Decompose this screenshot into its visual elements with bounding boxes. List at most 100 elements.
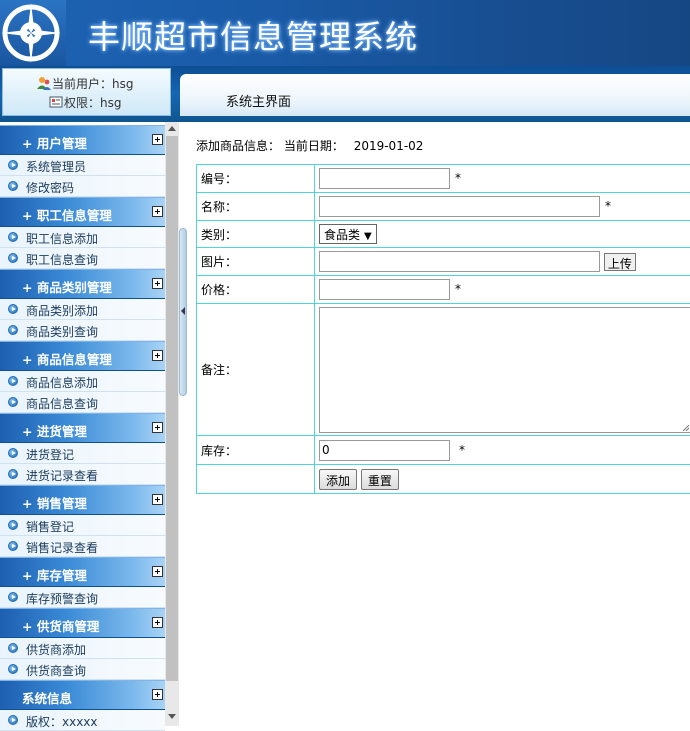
expand-plus-icon[interactable] xyxy=(152,689,163,700)
sidebar-menu-item[interactable]: 销售登记 xyxy=(0,515,165,536)
name-label: 名称： xyxy=(197,193,315,221)
expand-plus-icon[interactable] xyxy=(152,350,163,361)
expand-plus-icon[interactable] xyxy=(152,422,163,433)
sidebar-item-label: 职工信息添加 xyxy=(26,230,98,247)
arrow-bullet-icon xyxy=(8,541,18,551)
user-info-box: 当前用户：hsg 权限：hsg xyxy=(2,68,171,116)
add-product-form: 编号： * 名称： * 类别： 食品类▼ 图片： 上传 价格： xyxy=(196,164,690,494)
image-input[interactable] xyxy=(319,251,600,272)
image-cell: 上传 xyxy=(315,248,690,276)
menu-group-header[interactable]: + 库存管理 xyxy=(0,557,165,587)
stock-cell: 0* xyxy=(315,436,690,465)
expand-plus-icon[interactable] xyxy=(152,494,163,505)
required-mark: * xyxy=(455,282,461,296)
sidebar-item-label: 进货记录查看 xyxy=(26,467,98,484)
price-input[interactable] xyxy=(319,279,450,300)
sidebar-menu-item[interactable]: 进货登记 xyxy=(0,443,165,464)
form-row-price: 价格： * xyxy=(197,276,690,304)
menu-group-header[interactable]: + 商品信息管理 xyxy=(0,341,165,371)
sidebar-menu-item[interactable]: 商品类别查询 xyxy=(0,320,165,341)
sidebar-menu-item[interactable]: 职工信息查询 xyxy=(0,248,165,269)
sidebar-menu-item[interactable]: 版权：xxxxx xyxy=(0,710,165,731)
required-mark: * xyxy=(459,443,465,457)
stock-input[interactable]: 0 xyxy=(319,440,450,461)
sidebar-item-label: 版权：xxxxx xyxy=(26,713,98,730)
arrow-bullet-icon xyxy=(8,469,18,479)
category-select[interactable]: 食品类▼ xyxy=(319,224,377,244)
sidebar-item-label: 商品类别添加 xyxy=(26,302,98,319)
menu-group-title: + 职工信息管理 xyxy=(22,205,112,224)
expand-plus-icon[interactable] xyxy=(152,278,163,289)
form-row-category: 类别： 食品类▼ xyxy=(197,221,690,248)
app-header: 丰顺超市信息管理系统 xyxy=(0,0,690,66)
sidebar-item-label: 销售记录查看 xyxy=(26,539,98,556)
sidebar-menu-item[interactable]: 商品信息添加 xyxy=(0,371,165,392)
arrow-bullet-icon xyxy=(8,643,18,653)
arrow-bullet-icon xyxy=(8,715,18,725)
scroll-up-icon[interactable] xyxy=(168,126,176,131)
arrow-bullet-icon xyxy=(8,664,18,674)
sidebar-item-label: 系统管理员 xyxy=(26,158,86,175)
required-mark: * xyxy=(455,171,461,185)
sidebar-item-label: 商品信息查询 xyxy=(26,395,98,412)
sidebar-menu-item[interactable]: 进货记录查看 xyxy=(0,464,165,485)
sidebar-menu-item[interactable]: 商品信息查询 xyxy=(0,392,165,413)
chevron-left-icon xyxy=(181,307,185,315)
sidebar-item-label: 商品信息添加 xyxy=(26,374,98,391)
add-button[interactable]: 添加 xyxy=(319,469,357,490)
arrow-bullet-icon xyxy=(8,592,18,602)
expand-plus-icon[interactable] xyxy=(152,566,163,577)
form-heading-label: 添加商品信息： xyxy=(196,139,280,153)
current-user-label: 当前用户：hsg xyxy=(52,77,133,91)
sidebar-item-label: 供货商添加 xyxy=(26,641,86,658)
menu-group-header[interactable]: + 商品类别管理 xyxy=(0,269,165,299)
expand-plus-icon[interactable] xyxy=(152,206,163,217)
code-input[interactable] xyxy=(319,168,450,189)
menu-group-header[interactable]: + 职工信息管理 xyxy=(0,197,165,227)
menu-group-header[interactable]: + 销售管理 xyxy=(0,485,165,515)
menu-group-title: 系统信息 xyxy=(22,688,72,707)
name-input[interactable] xyxy=(319,196,600,217)
sidebar-menu-item[interactable]: 系统管理员 xyxy=(0,155,165,176)
date-value: 2019-01-02 xyxy=(354,139,424,153)
expand-plus-icon[interactable] xyxy=(152,617,163,628)
arrow-bullet-icon xyxy=(8,325,18,335)
sidebar-menu-item[interactable]: 商品类别添加 xyxy=(0,299,165,320)
menu-group-title: + 库存管理 xyxy=(22,565,87,584)
stock-label: 库存： xyxy=(197,436,315,465)
sidebar-scrollbar[interactable] xyxy=(165,122,179,726)
sidebar-item-label: 销售登记 xyxy=(26,518,74,535)
name-cell: * xyxy=(315,193,690,221)
sidebar-menu-item[interactable]: 供货商查询 xyxy=(0,659,165,680)
arrow-bullet-icon xyxy=(8,160,18,170)
upload-button[interactable]: 上传 xyxy=(604,253,636,271)
sidebar-menu-item[interactable]: 销售记录查看 xyxy=(0,536,165,557)
sidebar-menu-item[interactable]: 库存预警查询 xyxy=(0,587,165,608)
sidebar: + 用户管理系统管理员修改密码 + 职工信息管理职工信息添加职工信息查询 + 商品类… xyxy=(0,122,180,726)
actions-label xyxy=(197,465,315,494)
price-label: 价格： xyxy=(197,276,315,304)
form-row-stock: 库存： 0* xyxy=(197,436,690,465)
arrow-bullet-icon xyxy=(8,304,18,314)
sidebar-menu-item[interactable]: 职工信息添加 xyxy=(0,227,165,248)
actions-cell: 添加 重置 xyxy=(315,465,690,494)
role-row: 权限：hsg xyxy=(49,94,121,111)
sidebar-menu-item[interactable]: 供货商添加 xyxy=(0,638,165,659)
remark-textarea[interactable] xyxy=(319,307,690,433)
scroll-thumb[interactable] xyxy=(166,136,178,681)
sidebar-toggle-handle[interactable] xyxy=(179,228,187,396)
sidebar-menu-item[interactable]: 修改密码 xyxy=(0,176,165,197)
menu-group-header[interactable]: + 供货商管理 xyxy=(0,608,165,638)
reset-button[interactable]: 重置 xyxy=(361,469,399,490)
main-content: 添加商品信息： 当前日期： 2019-01-02 编号： * 名称： * 类别：… xyxy=(188,122,690,726)
form-row-name: 名称： * xyxy=(197,193,690,221)
menu-group-header[interactable]: + 用户管理 xyxy=(0,125,165,155)
scroll-down-icon[interactable] xyxy=(168,714,176,719)
current-user-row: 当前用户：hsg xyxy=(37,75,133,92)
expand-plus-icon[interactable] xyxy=(152,134,163,145)
chevron-down-icon: ▼ xyxy=(364,231,372,242)
user-bar: 当前用户：hsg 权限：hsg 系统主界面 xyxy=(0,66,690,122)
menu-group-header[interactable]: + 进货管理 xyxy=(0,413,165,443)
menu-group-title: + 商品类别管理 xyxy=(22,277,112,296)
menu-group-header[interactable]: 系统信息 xyxy=(0,680,165,710)
